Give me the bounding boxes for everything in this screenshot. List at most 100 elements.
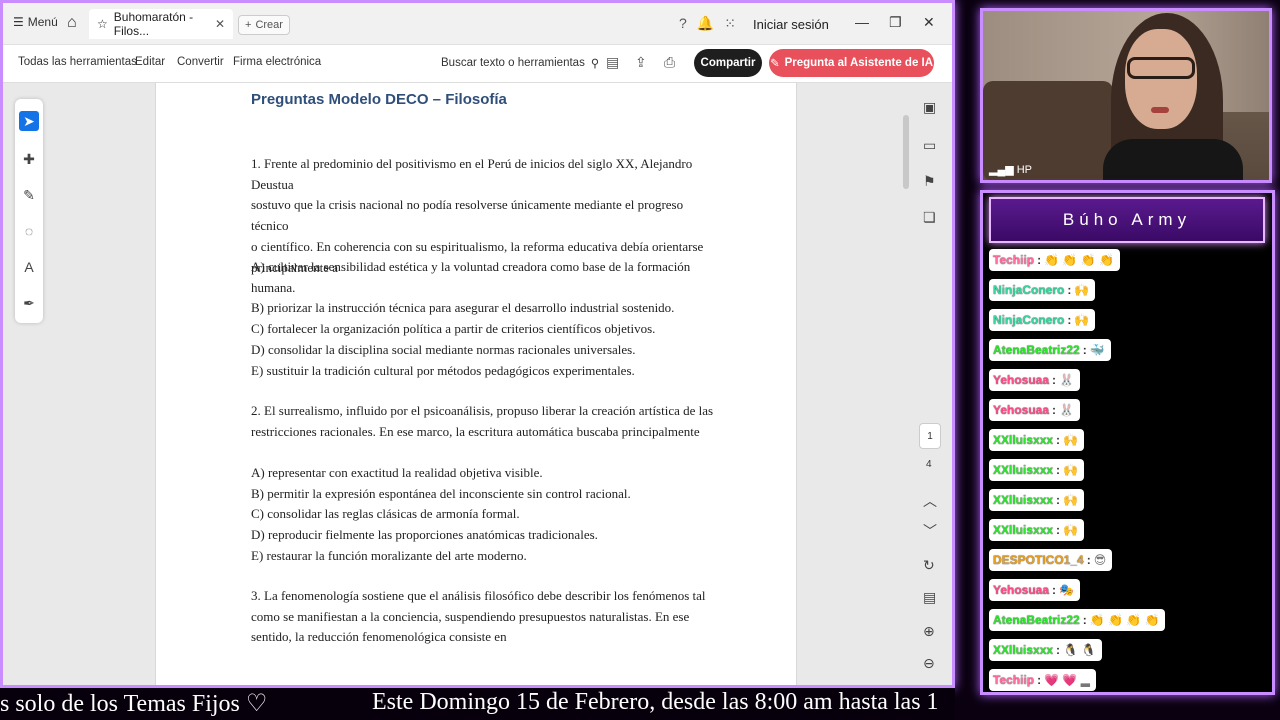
chat-username[interactable]: AtenaBeatriz22 (993, 613, 1080, 627)
ai-icon: ✎ (769, 58, 780, 70)
chat-separator: : (1037, 253, 1042, 267)
comments-icon[interactable]: ▭ (923, 137, 936, 154)
pages-icon[interactable]: ❏ (923, 209, 936, 226)
chat-message: XXlluisxxx : 🙌 (989, 519, 1084, 541)
chat-panel: Búho Army Techiip : 👏 👏 👏 👏 NinjaConero :… (980, 190, 1275, 695)
home-icon[interactable]: ⌂ (67, 14, 77, 32)
chat-separator: : (1067, 313, 1072, 327)
chat-separator: : (1052, 373, 1057, 387)
bookmark-icon[interactable]: ⚑ (923, 173, 936, 190)
chat-message: XXlluisxxx : 🐧 🐧 (989, 639, 1103, 661)
chat-emotes: 🙌 (1063, 493, 1078, 507)
signal-bars-icon: ▂▄▆ (989, 164, 1014, 176)
question-2: 2. El surrealismo, influido por el psico… (251, 403, 714, 439)
chat-username[interactable]: XXlluisxxx (993, 463, 1053, 477)
page-up-icon[interactable]: ︿ (923, 491, 937, 511)
convert-menu[interactable]: Convertir (177, 56, 224, 68)
chat-username[interactable]: Techiip (993, 673, 1034, 687)
draw-lasso-icon[interactable]: ◌ (19, 221, 39, 241)
chat-separator: : (1056, 643, 1061, 657)
chat-username[interactable]: Yehosuaa (993, 403, 1049, 417)
chat-separator: : (1056, 523, 1061, 537)
chat-emotes: 👏 👏 👏 👏 (1044, 253, 1114, 267)
help-icon[interactable]: ? (679, 15, 687, 32)
file-icon[interactable]: ▤ (923, 589, 936, 606)
ticker-text-right: Este Domingo 15 de Febrero, desde las 8:… (372, 689, 939, 715)
chat-username[interactable]: XXlluisxxx (993, 643, 1053, 657)
chat-separator: : (1056, 463, 1061, 477)
search-tools[interactable]: Buscar texto o herramientas ⚲ (441, 56, 599, 70)
chat-username[interactable]: AtenaBeatriz22 (993, 343, 1080, 357)
chat-message: Yehosuaa : 🐰 (989, 399, 1080, 421)
zoom-out-icon[interactable]: ⊖ (923, 655, 935, 672)
chat-emotes: 🐰 (1059, 403, 1074, 417)
chat-emotes: 🎭 (1059, 583, 1074, 597)
menu-button[interactable]: ☰ Menú (13, 15, 58, 29)
rotate-icon[interactable]: ↻ (923, 557, 935, 574)
text-box-icon[interactable]: A (19, 257, 39, 277)
ai-assistant-button[interactable]: ✎ Pregunta al Asistente de IA (769, 49, 934, 77)
chat-emotes: 😎 (1093, 553, 1107, 567)
chat-username[interactable]: Yehosuaa (993, 373, 1049, 387)
menu-label: Menú (27, 15, 58, 29)
ai-label: Pregunta al Asistente de IA (784, 57, 934, 69)
webcam-label: ▂▄▆ HP (989, 163, 1032, 177)
create-button[interactable]: + Crear (238, 15, 290, 35)
chat-username[interactable]: XXlluisxxx (993, 523, 1053, 537)
ticker-text-left: s solo de los Temas Fijos ♡ (0, 691, 268, 717)
document-tab[interactable]: ☆ Buhomaratón - Filos... ✕ (89, 9, 233, 39)
highlight-pen-icon[interactable]: ✎ (19, 185, 39, 205)
chat-message: Yehosuaa : 🐰 (989, 369, 1080, 391)
signin-link[interactable]: Iniciar sesión (753, 17, 829, 32)
chat-message: NinjaConero : 🙌 (989, 279, 1096, 301)
edit-menu[interactable]: Editar (135, 56, 165, 68)
chat-emotes: 🙌 (1063, 463, 1078, 477)
document-scrollbar[interactable] (899, 87, 913, 685)
close-window-icon[interactable]: ✕ (923, 14, 935, 31)
zoom-in-icon[interactable]: ⊕ (923, 623, 935, 640)
close-tab-icon[interactable]: ✕ (215, 17, 225, 31)
chat-separator: : (1086, 553, 1091, 567)
question-3: 3. La fenomenología sostiene que el anál… (251, 588, 706, 645)
chat-emotes: 👏 👏 👏 👏 (1089, 613, 1160, 627)
page-number-input[interactable]: 1 (919, 423, 941, 449)
chat-message: XXlluisxxx : 🙌 (989, 429, 1084, 451)
chat-username[interactable]: Yehosuaa (993, 583, 1049, 597)
chat-username[interactable]: DESPOTICO1_4 (993, 553, 1084, 567)
chat-username[interactable]: XXlluisxxx (993, 493, 1053, 507)
left-tool-rail: ➤ ✚ ✎ ◌ A ✒ (15, 99, 43, 323)
print-icon[interactable]: ⎙ (664, 54, 675, 71)
restore-icon[interactable]: ❐ (889, 14, 902, 31)
page-total: 4 (926, 459, 932, 470)
chat-username[interactable]: NinjaConero (993, 283, 1064, 297)
chat-emotes: 🙌 (1074, 313, 1090, 327)
select-cursor-icon[interactable]: ➤ (19, 111, 39, 131)
plus-icon: + (245, 19, 252, 31)
star-icon[interactable]: ☆ (97, 17, 108, 31)
chat-username[interactable]: XXlluisxxx (993, 433, 1053, 447)
minimize-icon[interactable]: — (855, 14, 869, 30)
save-icon[interactable]: ▤ (606, 54, 619, 71)
sign-pen-icon[interactable]: ✒ (19, 293, 39, 313)
chat-message: AtenaBeatriz22 : 👏 👏 👏 👏 (989, 609, 1166, 631)
share-button[interactable]: Compartir (694, 49, 762, 77)
scrollbar-thumb[interactable] (903, 115, 909, 189)
streamer-shirt (1103, 139, 1243, 180)
chat-title: Búho Army (989, 197, 1265, 243)
upload-icon[interactable]: ⇪ (635, 54, 647, 71)
notifications-icon[interactable]: 🔔 (697, 15, 714, 32)
esign-menu[interactable]: Firma electrónica (233, 56, 321, 68)
ai-summary-icon[interactable]: ▣ (923, 99, 936, 116)
chat-message: NinjaConero : 🙌 (989, 309, 1096, 331)
apps-grid-icon[interactable]: ⁙ (724, 15, 736, 32)
news-ticker: s solo de los Temas Fijos ♡ Este Domingo… (0, 688, 955, 720)
chat-username[interactable]: NinjaConero (993, 313, 1064, 327)
all-tools-menu[interactable]: Todas las herramientas (18, 56, 137, 68)
add-comment-icon[interactable]: ✚ (19, 149, 39, 169)
page-down-icon[interactable]: ﹀ (923, 521, 937, 541)
chat-username[interactable]: Techiip (993, 253, 1034, 267)
chat-separator: : (1052, 403, 1057, 417)
webcam-feed: ▂▄▆ HP (980, 8, 1272, 183)
question-1-options: A) cultivar la sensibilidad estética y l… (251, 259, 691, 378)
chat-separator: : (1056, 433, 1061, 447)
